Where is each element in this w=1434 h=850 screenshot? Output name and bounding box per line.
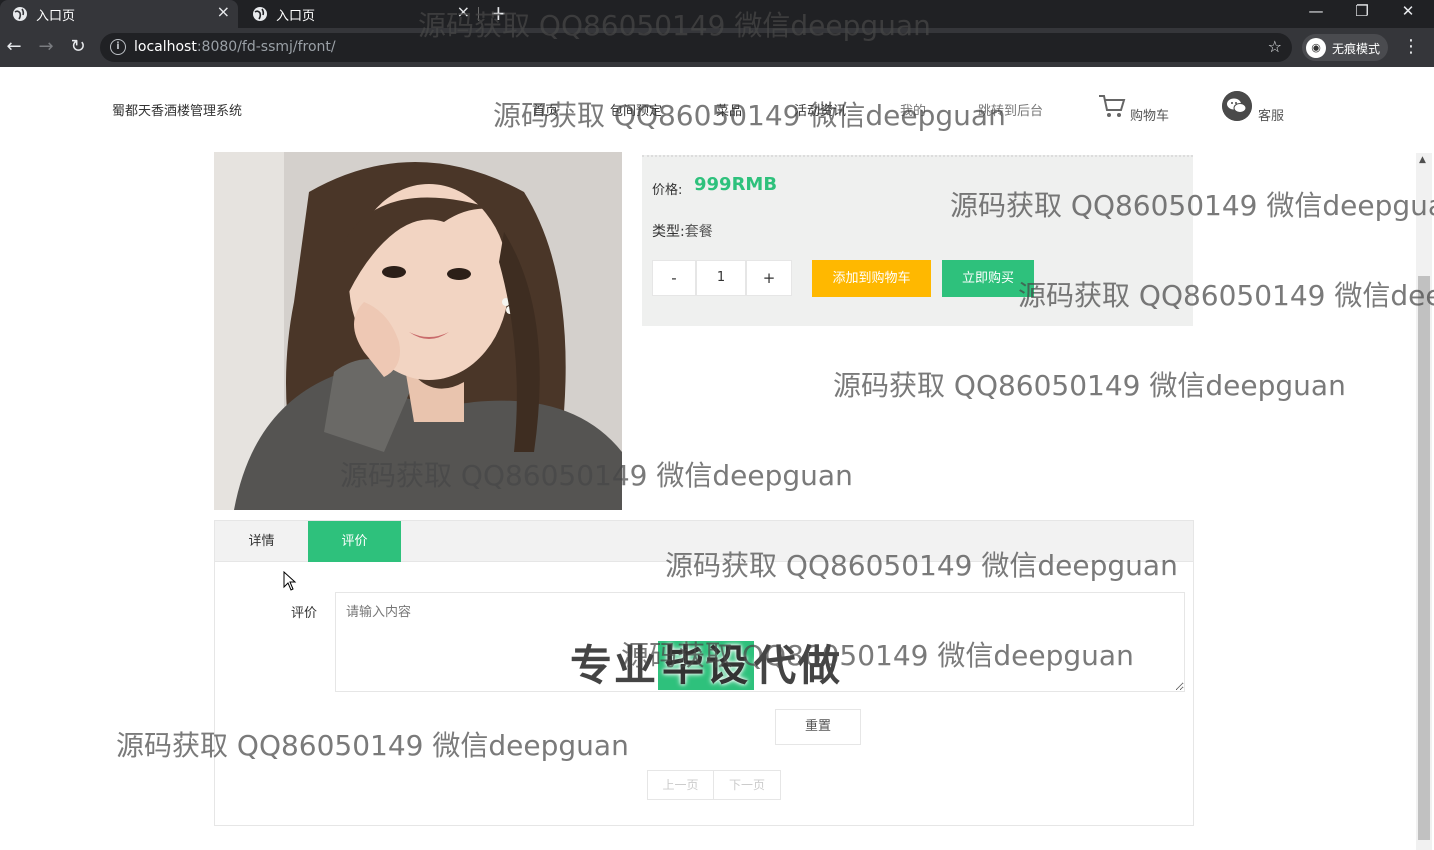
close-window-icon[interactable]: ✕ [1396, 2, 1420, 20]
close-tab-icon[interactable]: × [217, 2, 230, 21]
mouse-cursor-icon [283, 571, 297, 591]
info-icon[interactable]: i [110, 39, 126, 55]
browser-tab-bar: 入口页 × 入口页 × + — ❐ ✕ [0, 0, 1434, 28]
tab-separator [478, 7, 479, 21]
back-icon[interactable]: ← [3, 36, 25, 57]
minimize-icon[interactable]: — [1304, 2, 1328, 20]
incognito-label: 无痕模式 [1332, 42, 1381, 56]
nav-room-booking[interactable]: 包间预定 [610, 100, 662, 119]
product-image [214, 152, 622, 510]
tab-detail[interactable]: 详情 [215, 521, 308, 562]
new-tab-icon[interactable]: + [490, 1, 507, 25]
wechat-icon [1222, 91, 1252, 121]
tab-review[interactable]: 评价 [308, 521, 401, 562]
incognito-icon: ◉ [1306, 38, 1326, 58]
service-label: 客服 [1258, 109, 1285, 124]
close-tab-icon[interactable]: × [457, 2, 470, 21]
forward-icon[interactable]: → [35, 36, 57, 57]
price-label: 价格: [652, 183, 683, 198]
type-row: 类型:套餐 [652, 221, 713, 241]
portrait-illustration [214, 152, 622, 510]
address-bar[interactable]: i localhost:8080/fd-ssmj/front/ ☆ [100, 33, 1292, 62]
nav-home[interactable]: 首页 [532, 100, 558, 119]
quantity-decrease-button[interactable]: - [652, 260, 696, 296]
buy-now-button[interactable]: 立即购买 [942, 260, 1034, 297]
reload-icon[interactable]: ↻ [67, 36, 89, 57]
type-value: 套餐 [684, 224, 713, 240]
incognito-badge[interactable]: ◉ 无痕模式 [1302, 34, 1388, 61]
tab-header: 详情 评价 [215, 521, 1193, 562]
web-page: 蜀都天香酒楼管理系统 首页 包间预定 菜品 活动资讯 我的 跳转到后台 购物车 … [0, 67, 1434, 850]
url-text: localhost:8080/fd-ssmj/front/ [134, 39, 336, 55]
cart-label: 购物车 [1130, 109, 1170, 124]
promo-banner: 专业毕设代做 [570, 641, 843, 690]
scrollbar-thumb[interactable] [1418, 276, 1430, 840]
nav-news[interactable]: 活动资讯 [794, 100, 846, 119]
add-to-cart-button[interactable]: 添加到购物车 [812, 260, 931, 297]
restore-icon[interactable]: ❐ [1350, 2, 1374, 20]
browser-menu-icon[interactable]: ⋮ [1402, 36, 1420, 57]
price-value: 999RMB [694, 174, 778, 195]
browser-tab-inactive[interactable]: 入口页 × [240, 0, 478, 28]
browser-tab-active[interactable]: 入口页 × [0, 0, 238, 28]
next-page-button[interactable]: 下一页 [714, 771, 780, 799]
quantity-increase-button[interactable]: + [746, 260, 792, 296]
scroll-up-arrow-icon[interactable]: ▲ [1419, 155, 1426, 165]
globe-icon [253, 7, 267, 21]
tab-title: 入口页 [36, 9, 76, 24]
reset-button[interactable]: 重置 [775, 709, 861, 745]
review-field-label: 评价 [291, 606, 318, 621]
nav-dishes[interactable]: 菜品 [716, 100, 742, 119]
type-label: 类型: [652, 224, 685, 240]
shopping-cart-icon [1099, 95, 1126, 117]
nav-mine[interactable]: 我的 [900, 100, 926, 119]
pagination: 上一页 下一页 [647, 770, 781, 800]
tab-title: 入口页 [276, 9, 316, 24]
nav-admin[interactable]: 跳转到后台 [978, 100, 1043, 119]
bookmark-star-icon[interactable]: ☆ [1268, 37, 1282, 56]
prev-page-button[interactable]: 上一页 [648, 771, 714, 799]
quantity-input[interactable]: 1 [696, 260, 746, 296]
product-info-panel: 价格: 999RMB 类型:套餐 - 1 + 添加到购物车 立即购买 [642, 155, 1193, 326]
site-title: 蜀都天香酒楼管理系统 [112, 104, 243, 119]
browser-toolbar: ← → ↻ i localhost:8080/fd-ssmj/front/ ☆ … [0, 28, 1434, 67]
page-scrollbar[interactable]: ▲ [1416, 153, 1432, 850]
globe-icon [13, 7, 27, 21]
